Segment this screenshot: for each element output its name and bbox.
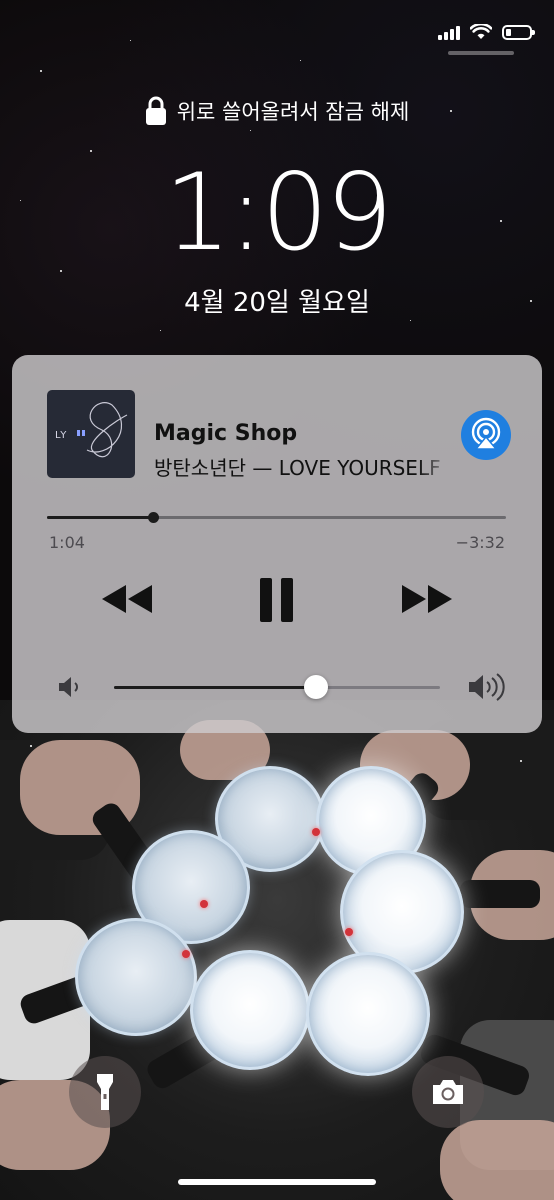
rewind-icon[interactable] — [100, 583, 154, 615]
signal-icon — [438, 24, 460, 40]
volume-low-icon — [59, 677, 78, 697]
status-bar — [438, 20, 535, 44]
flashlight-button[interactable] — [69, 1056, 141, 1128]
clock-time: 1:09 — [163, 151, 393, 274]
pause-icon[interactable] — [258, 576, 296, 624]
unlock-hint: 위로 쓸어올려서 잠금 해제 — [0, 96, 554, 126]
volume-high-icon — [469, 673, 505, 701]
camera-icon — [433, 1080, 463, 1104]
lock-icon — [145, 96, 166, 125]
playback-scrubber[interactable] — [47, 512, 506, 523]
lightstick-photo — [0, 700, 554, 1200]
battery-low-icon — [502, 24, 535, 40]
fast-forward-icon[interactable] — [400, 583, 454, 615]
home-indicator[interactable] — [178, 1179, 376, 1185]
elapsed-time: 1:04 — [49, 533, 85, 552]
flashlight-icon — [97, 1074, 113, 1110]
remaining-time: −3:32 — [455, 533, 505, 552]
volume-slider-knob[interactable] — [304, 675, 329, 699]
song-artist: 방탄소년단 — LOVE YOURSELF — [154, 456, 441, 480]
camera-button[interactable] — [412, 1056, 484, 1128]
control-center-grabber[interactable] — [448, 51, 514, 55]
volume-slider[interactable] — [114, 675, 440, 699]
clock-date: 4월 20일 월요일 — [184, 288, 370, 318]
airplay-icon[interactable] — [461, 410, 511, 460]
song-title: Magic Shop — [154, 421, 298, 446]
now-playing-widget: LY Magic Shop 방탄소년단 — LOVE YOURSELF 1:04… — [12, 355, 542, 733]
wifi-icon — [470, 24, 492, 39]
unlock-hint-text: 위로 쓸어올려서 잠금 해제 — [176, 100, 410, 124]
album-art[interactable]: LY — [47, 390, 135, 478]
